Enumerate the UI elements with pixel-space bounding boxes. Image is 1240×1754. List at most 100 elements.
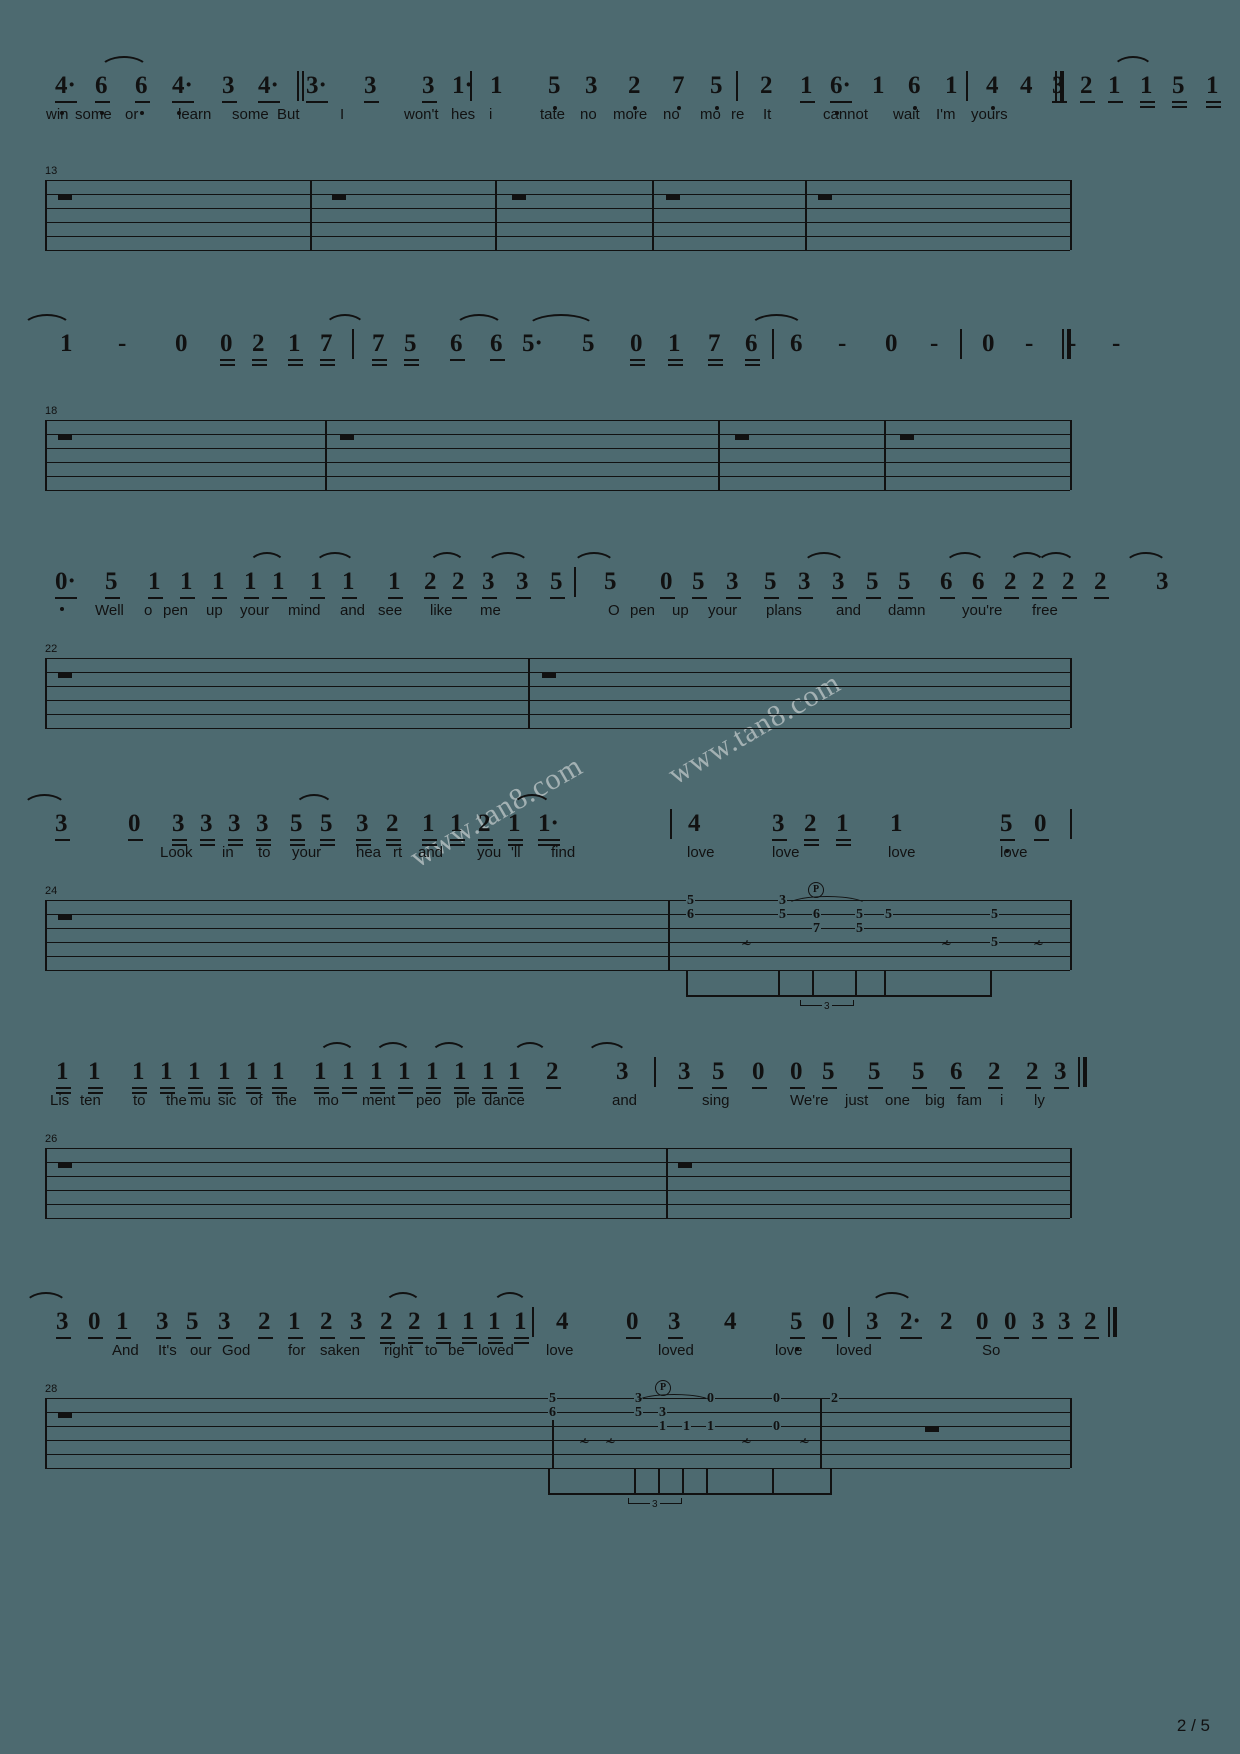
- lyric-syllable: hes: [451, 106, 476, 123]
- jianpu-note: 0: [790, 1058, 803, 1085]
- note-stem: [682, 1468, 684, 1494]
- lyric-syllable: mo: [318, 1092, 339, 1109]
- jianpu-note: 0: [982, 330, 995, 357]
- jianpu-note: 1: [370, 1058, 383, 1085]
- jianpu-note: 2: [1084, 1308, 1097, 1335]
- jianpu-note: 1·: [452, 72, 473, 99]
- jianpu-note: 3: [156, 1308, 169, 1335]
- whole-rest: [58, 1163, 72, 1168]
- jianpu-note: 2: [252, 330, 265, 357]
- jianpu-note: 0: [630, 330, 643, 357]
- tab-beam: [548, 1493, 832, 1495]
- jianpu-note: 0: [752, 1058, 765, 1085]
- lyric-syllable: o: [144, 602, 153, 619]
- whole-rest: [925, 1427, 939, 1432]
- jianpu-note: -: [930, 330, 939, 357]
- tab-slur: [633, 1394, 715, 1404]
- jianpu-note: 6: [972, 568, 985, 595]
- lyric-syllable: plans: [766, 602, 802, 619]
- tab-fret-number: 1: [682, 1419, 691, 1434]
- lyric-syllable: mo: [700, 106, 721, 123]
- lyric-syllable: damn: [888, 602, 926, 619]
- jianpu-note: 6: [450, 330, 463, 357]
- lyric-syllable: free: [1032, 602, 1058, 619]
- lyric-syllable: cannot: [823, 106, 869, 123]
- note-stem: [686, 970, 688, 996]
- page-number: 2 / 5: [1176, 1716, 1210, 1735]
- lyric-syllable: God: [222, 1342, 251, 1359]
- lyric-syllable: mind: [288, 602, 321, 619]
- jianpu-note: 1: [244, 568, 257, 595]
- barline: [654, 1057, 656, 1087]
- lyric-syllable: love: [687, 844, 715, 861]
- lyric-syllable: mu: [190, 1092, 211, 1109]
- jianpu-note: 5: [1000, 810, 1013, 837]
- jianpu-note: 3: [222, 72, 235, 99]
- tie-slur: [492, 1292, 528, 1306]
- tab-barline: [805, 180, 807, 250]
- lyric-syllable: up: [206, 602, 223, 619]
- tie-slur: [512, 794, 552, 808]
- note-row-3: 0· 5 1 1 1 1 1 1 1 1 2 2 3 3 5 5 0 5 3 5 3 3 5 5 6 6 2 2 2 2 3: [0, 548, 1240, 611]
- tie-slur: [486, 552, 530, 566]
- tie-slur: [802, 552, 846, 566]
- jianpu-note: 0: [626, 1308, 639, 1335]
- tab-fret-number: 5: [990, 935, 999, 950]
- lyric-syllable: in: [222, 844, 234, 861]
- lyric-syllable: dance: [484, 1092, 525, 1109]
- jianpu-note: 1: [426, 1058, 439, 1085]
- jianpu-note: 0: [220, 330, 233, 357]
- lyric-syllable: you: [477, 844, 502, 861]
- jianpu-note: 4: [986, 72, 999, 99]
- jianpu-note: 1: [60, 330, 73, 357]
- lyric-syllable: one: [885, 1092, 911, 1109]
- lyric-syllable: fam: [957, 1092, 983, 1109]
- jianpu-note: 5·: [522, 330, 543, 357]
- tab-fret-number: 5: [855, 907, 864, 922]
- tie-slur: [1124, 552, 1168, 566]
- jianpu-note: 1: [212, 568, 225, 595]
- tab-fret-number: 6: [686, 907, 695, 922]
- lyric-syllable: learn: [178, 106, 212, 123]
- jianpu-note: 5: [868, 1058, 881, 1085]
- jianpu-note: 6·: [830, 72, 851, 99]
- jianpu-note: 3: [832, 568, 845, 595]
- jianpu-note: 6: [135, 72, 148, 99]
- jianpu-note: 5: [550, 568, 563, 595]
- jianpu-note: -: [1025, 330, 1034, 357]
- tie-slur: [454, 314, 504, 328]
- jianpu-note: 3: [228, 810, 241, 837]
- lyric-syllable: yours: [971, 106, 1008, 123]
- tie-slur: [944, 552, 986, 566]
- tab-fret-number: 5: [884, 907, 893, 922]
- lyric-syllable: It's: [158, 1342, 177, 1359]
- whole-rest: [58, 1413, 72, 1418]
- jianpu-note: 2: [628, 72, 641, 99]
- lyric-syllable: saken: [320, 1342, 361, 1359]
- jianpu-note: 5: [790, 1308, 803, 1335]
- lyric-syllable: love: [888, 844, 916, 861]
- lyric-syllable: pen: [630, 602, 656, 619]
- lyric-syllable: love: [772, 844, 800, 861]
- jianpu-note: 2: [408, 1308, 421, 1335]
- lyric-syllable: to: [258, 844, 271, 861]
- jianpu-note: -: [838, 330, 847, 357]
- whole-rest: [332, 195, 346, 200]
- tie-slur: [1036, 552, 1076, 566]
- tuplet-label: 3: [822, 1001, 832, 1012]
- tab-fret-number: 5: [855, 921, 864, 936]
- tab-fret-number: 6: [812, 907, 821, 922]
- jianpu-note: 5: [1172, 72, 1185, 99]
- tab-barline: [45, 900, 47, 970]
- jianpu-note: 5: [186, 1308, 199, 1335]
- lyric-syllable: no: [663, 106, 680, 123]
- lyric-syllable: more: [613, 106, 648, 123]
- lyric-row-1: win some or learn some But Iwon't hes i tate no mor…: [0, 98, 1240, 122]
- jianpu-note: 2: [804, 810, 817, 837]
- jianpu-note: 5: [404, 330, 417, 357]
- tie-slur: [572, 552, 616, 566]
- jianpu-note: 1: [422, 810, 435, 837]
- tab-beam: [686, 995, 992, 997]
- tab-fret-number: 5: [778, 907, 787, 922]
- jianpu-note: 0: [976, 1308, 989, 1335]
